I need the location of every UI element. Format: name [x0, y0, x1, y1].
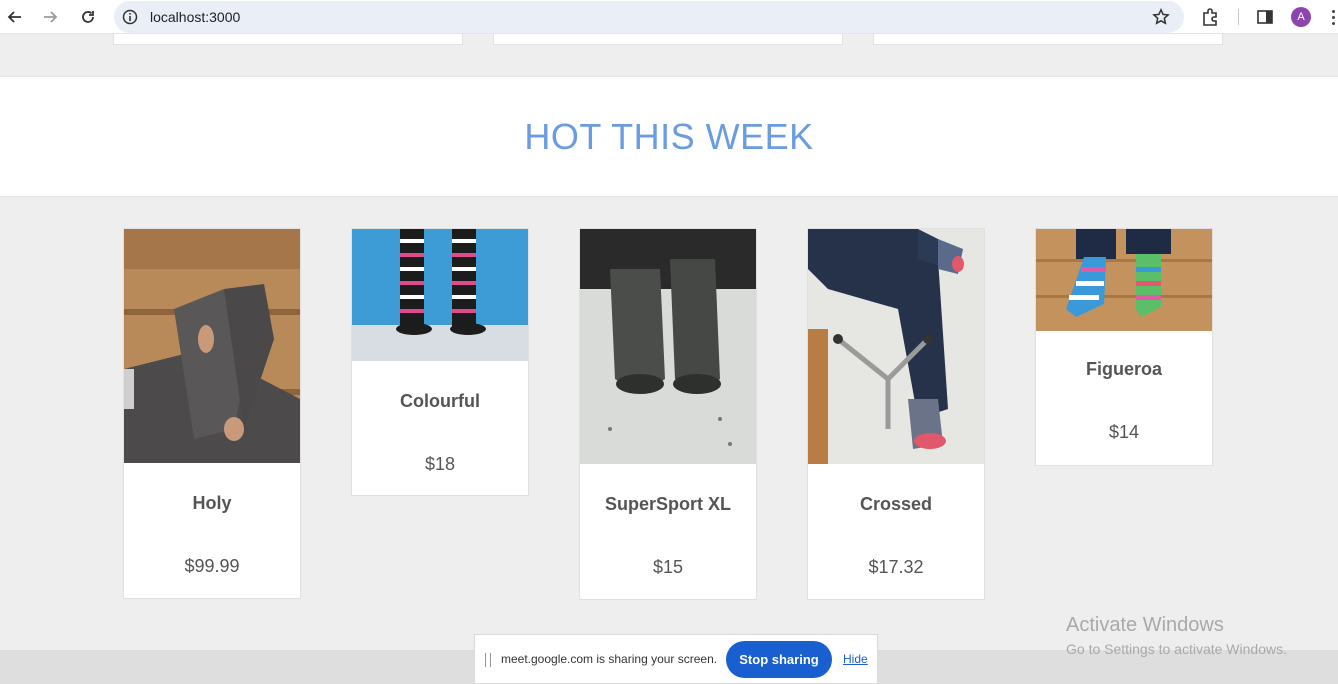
drag-handle-icon[interactable] — [485, 653, 491, 667]
product-price: $14 — [1108, 422, 1140, 442]
profile-avatar[interactable]: A — [1291, 7, 1311, 27]
partial-card — [113, 34, 463, 45]
partial-card — [873, 34, 1223, 45]
back-button[interactable] — [3, 5, 27, 29]
product-name[interactable]: SuperSport XL — [580, 494, 756, 515]
partial-card — [493, 34, 843, 45]
product-image[interactable] — [808, 229, 984, 464]
reload-button[interactable] — [76, 5, 100, 29]
forward-button[interactable] — [38, 5, 62, 29]
product-price: $18 — [424, 454, 456, 474]
share-message: meet.google.com is sharing your screen. — [501, 652, 718, 666]
side-panel-icon[interactable] — [1256, 8, 1274, 26]
toolbar-divider — [1238, 9, 1239, 25]
watermark-title: Activate Windows — [1066, 614, 1224, 636]
arrow-left-icon — [7, 11, 21, 23]
product-card-crossed[interactable]: Crossed $17.32 — [807, 228, 985, 600]
product-image[interactable] — [124, 229, 300, 463]
extensions-icon[interactable] — [1200, 7, 1220, 27]
product-name[interactable]: Crossed — [808, 494, 984, 515]
url-text[interactable]: localhost:3000 — [150, 9, 240, 25]
product-name[interactable]: Figueroa — [1036, 359, 1212, 380]
product-card-colourful[interactable]: Colourful $18 — [351, 228, 529, 496]
activate-windows-watermark: Activate Windows Go to Settings to activ… — [1066, 614, 1287, 657]
info-icon[interactable] — [122, 9, 138, 25]
product-image[interactable] — [1036, 229, 1212, 331]
product-name[interactable]: Colourful — [352, 391, 528, 412]
hide-link[interactable]: Hide — [843, 652, 868, 666]
product-card-holy[interactable]: Holy $99.99 — [123, 228, 301, 599]
product-card-figueroa[interactable]: Figueroa $14 — [1035, 228, 1213, 466]
watermark-subtitle: Go to Settings to activate Windows. — [1066, 641, 1287, 657]
bookmark-star-icon[interactable] — [1152, 8, 1170, 26]
arrow-right-icon — [44, 11, 58, 23]
product-image[interactable] — [352, 229, 528, 361]
product-name[interactable]: Holy — [124, 493, 300, 514]
previous-section-cards — [0, 34, 1338, 46]
stop-sharing-button[interactable]: Stop sharing — [726, 641, 832, 678]
reload-icon — [82, 11, 94, 23]
address-bar[interactable]: localhost:3000 — [114, 1, 1184, 33]
product-price: $15 — [652, 557, 684, 577]
section-header: HOT THIS WEEK — [0, 76, 1338, 197]
product-image[interactable] — [580, 229, 756, 464]
more-menu-icon[interactable] — [1328, 8, 1338, 26]
screen-share-bar: meet.google.com is sharing your screen. … — [474, 634, 878, 684]
product-price: $99.99 — [184, 556, 240, 576]
product-card-supersport-xl[interactable]: SuperSport XL $15 — [579, 228, 757, 600]
product-price: $17.32 — [868, 557, 924, 577]
browser-toolbar: localhost:3000 A — [0, 0, 1338, 34]
section-title: HOT THIS WEEK — [524, 115, 814, 157]
